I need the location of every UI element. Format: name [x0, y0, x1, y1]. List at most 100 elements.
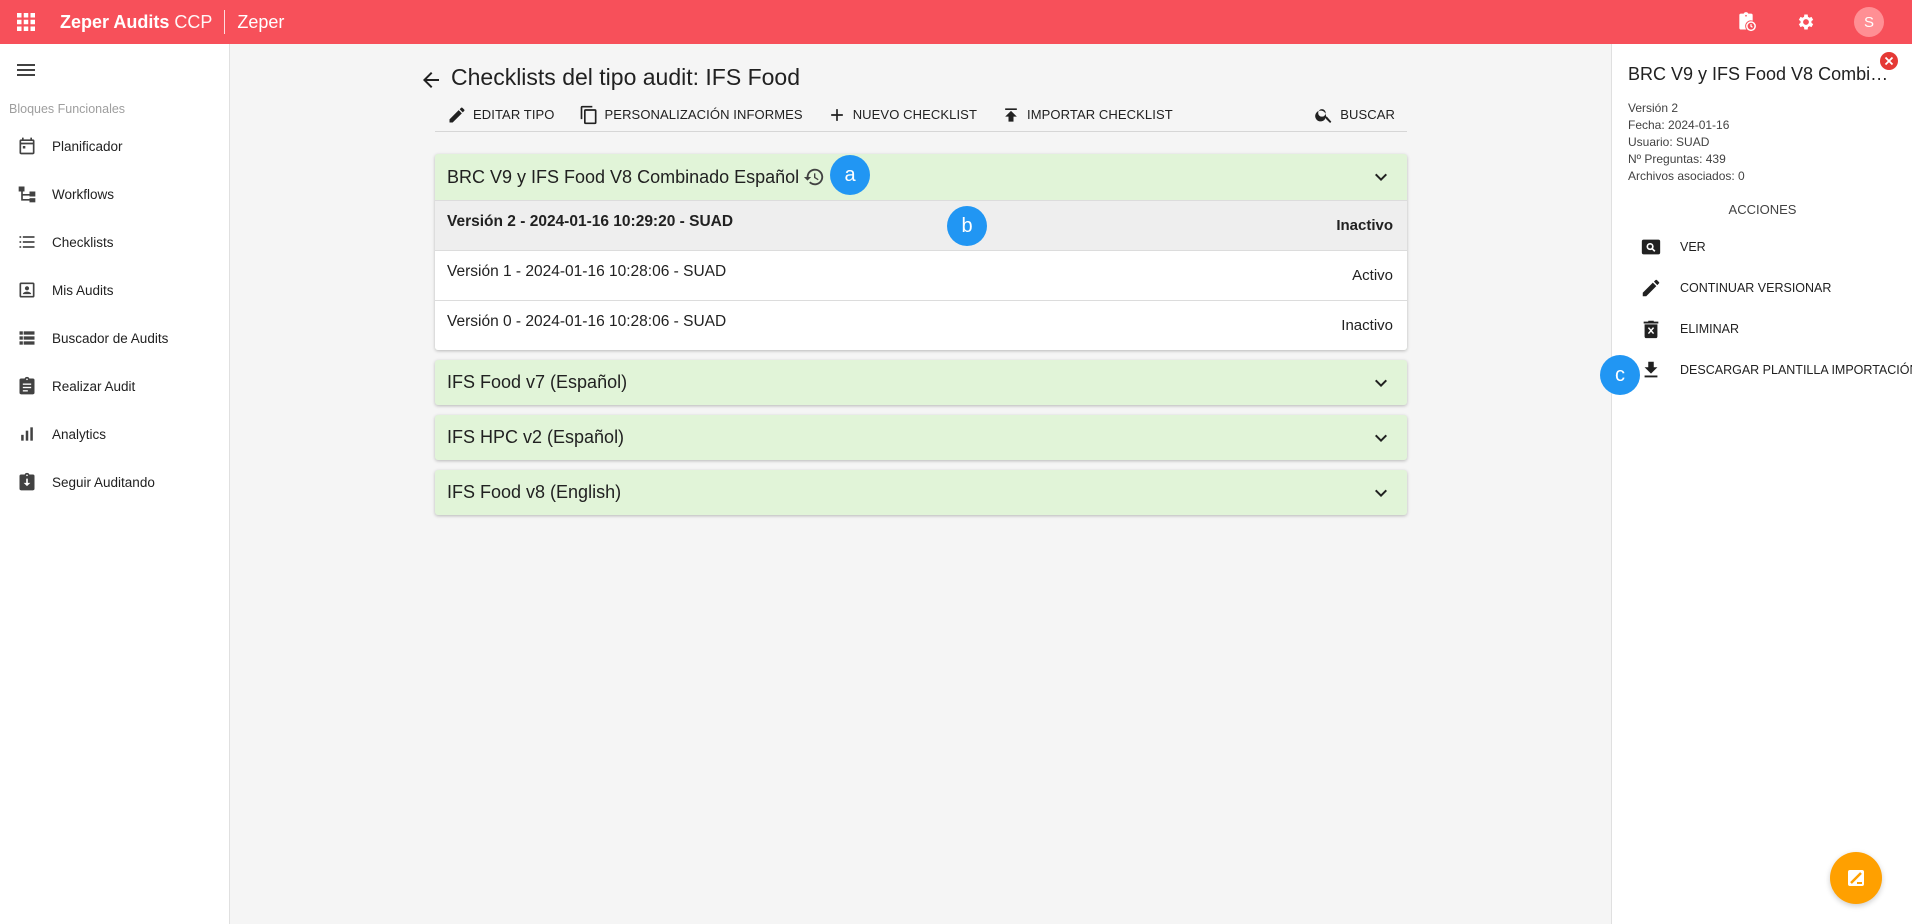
checklist-panel: IFS Food v8 (English) [435, 470, 1407, 515]
chevron-down-icon[interactable] [1369, 165, 1393, 189]
user-avatar[interactable]: S [1854, 7, 1884, 37]
meta-question-count: Nº Preguntas: 439 [1628, 152, 1726, 166]
checklist-details-panel: BRC V9 y IFS Food V8 Combinado Español V… [1611, 44, 1912, 924]
pencil-icon [1642, 279, 1660, 296]
sidebar-item-label: Analytics [52, 426, 107, 442]
app-title: Zeper Audits [60, 11, 170, 32]
apps-grid-icon [17, 13, 35, 31]
calendar-icon [16, 135, 38, 157]
meta-user: Usuario: SUAD [1628, 135, 1710, 149]
list-icon [16, 231, 38, 253]
clipboard-notify-button[interactable] [1716, 0, 1776, 44]
sidebar-item-analytics[interactable]: Analytics [0, 410, 230, 458]
details-title: BRC V9 y IFS Food V8 Combinado Español [1628, 64, 1898, 84]
upload-icon [1005, 107, 1017, 122]
annotation-marker-c: c [1600, 355, 1640, 395]
version-row[interactable]: Versión 2 - 2024-01-16 10:29:20 - SUAD I… [435, 200, 1407, 250]
workflow-icon [16, 183, 38, 205]
view-label: VER [1680, 239, 1706, 254]
sidebar: Bloques Funcionales Planificador Workflo… [0, 44, 230, 924]
sidebar-item-label: Seguir Auditando [52, 474, 155, 490]
meta-attachments: Archivos asociados: 0 [1628, 169, 1745, 183]
main-content: Checklists del tipo audit: IFS Food EDIT… [231, 44, 1611, 924]
history-icon[interactable] [803, 166, 825, 188]
checklist-list: BRC V9 y IFS Food V8 Combinado Español V… [435, 154, 1407, 525]
hamburger-menu-button[interactable] [14, 58, 38, 82]
sidebar-section-label: Bloques Funcionales [9, 102, 126, 116]
checklist-toolbar: EDITAR TIPO PERSONALIZACIÓN INFORMES NUE… [435, 98, 1407, 132]
sidebar-item-planificador[interactable]: Planificador [0, 122, 230, 170]
customize-reports-button[interactable]: PERSONALIZACIÓN INFORMES [567, 98, 815, 132]
sidebar-item-workflows[interactable]: Workflows [0, 170, 230, 218]
sidebar-item-realizar-audit[interactable]: Realizar Audit [0, 362, 230, 410]
title-separator [224, 10, 226, 34]
checklist-panel-header[interactable]: IFS Food v7 (Español) [435, 360, 1407, 405]
sidebar-item-label: Checklists [52, 234, 114, 250]
version-status: Activo [1352, 267, 1393, 284]
clipboard-clock-icon [1739, 12, 1756, 32]
copy-icon [580, 105, 597, 124]
sidebar-item-buscador-de-audits[interactable]: Buscador de Audits [0, 314, 230, 362]
version-label: Versión 0 - 2024-01-16 10:28:06 - SUAD [447, 312, 727, 330]
checklist-name: BRC V9 y IFS Food V8 Combinado Español [447, 166, 800, 187]
sidebar-item-checklists[interactable]: Checklists [0, 218, 230, 266]
import-checklist-button[interactable]: IMPORTAR CHECKLIST [989, 98, 1185, 132]
version-label: Versión 1 - 2024-01-16 10:28:06 - SUAD [447, 262, 727, 280]
avatar-initial: S [1863, 13, 1874, 31]
checklist-panel-header[interactable]: IFS Food v8 (English) [435, 470, 1407, 515]
checklist-panel: IFS Food v7 (Español) [435, 360, 1407, 405]
search-icon [1315, 108, 1332, 123]
continue-versioning-action[interactable]: CONTINUAR VERSIONAR [1612, 267, 1912, 308]
hamburger-icon [17, 64, 35, 76]
checklist-name: IFS HPC v2 (Español) [447, 427, 625, 447]
actions-title: ACCIONES [1728, 202, 1797, 217]
delete-action[interactable]: ELIMINAR [1612, 308, 1912, 349]
delete-icon [1643, 320, 1659, 338]
chevron-down-icon[interactable] [1369, 481, 1393, 505]
arrow-back-icon [423, 72, 439, 88]
edit-type-button[interactable]: EDITAR TIPO [435, 98, 567, 132]
sidebar-item-mis-audits[interactable]: Mis Audits [0, 266, 230, 314]
bar-chart-icon [16, 423, 38, 445]
clipboard-icon [16, 375, 38, 397]
download-box-icon [16, 471, 38, 493]
organization-name: Zeper [237, 11, 285, 32]
list-view-icon [16, 327, 38, 349]
chevron-down-icon[interactable] [1369, 371, 1393, 395]
download-template-label: DESCARGAR PLANTILLA IMPORTACIÓN [1680, 362, 1912, 377]
version-row[interactable]: Versión 1 - 2024-01-16 10:28:06 - SUAD A… [435, 250, 1407, 300]
download-icon [1644, 361, 1658, 377]
search-button[interactable]: BUSCAR [1302, 98, 1407, 132]
edit-type-label: EDITAR TIPO [473, 107, 555, 122]
annotation-marker-a: a [830, 155, 870, 195]
checklist-panel-header[interactable]: IFS HPC v2 (Español) [435, 415, 1407, 460]
sidebar-item-seguir-auditando[interactable]: Seguir Auditando [0, 458, 230, 506]
chevron-down-icon[interactable] [1369, 426, 1393, 450]
customize-reports-label: PERSONALIZACIÓN INFORMES [604, 107, 803, 122]
gear-icon [1798, 14, 1814, 30]
import-checklist-label: IMPORTAR CHECKLIST [1027, 107, 1173, 122]
annotation-marker-b: b [947, 206, 987, 246]
sidebar-item-label: Planificador [52, 138, 123, 154]
sidebar-item-label: Mis Audits [52, 282, 114, 298]
checklist-panel-header[interactable]: BRC V9 y IFS Food V8 Combinado Español [435, 154, 1407, 200]
version-label: Versión 2 - 2024-01-16 10:29:20 - SUAD [447, 212, 734, 230]
version-row[interactable]: Versión 0 - 2024-01-16 10:28:06 - SUAD I… [435, 300, 1407, 350]
apps-grid-button[interactable] [0, 0, 52, 44]
continue-versioning-label: CONTINUAR VERSIONAR [1680, 280, 1832, 295]
view-action[interactable]: VER [1612, 226, 1912, 267]
sidebar-item-label: Buscador de Audits [52, 330, 169, 346]
settings-button[interactable] [1776, 0, 1836, 44]
top-app-bar: Zeper Audits CCP Zeper S [0, 0, 1912, 44]
checklist-panel: IFS HPC v2 (Español) [435, 415, 1407, 460]
back-button[interactable] [419, 68, 443, 92]
edit-note-icon [1848, 870, 1864, 886]
meta-date: Fecha: 2024-01-16 [1628, 118, 1730, 132]
new-checklist-label: NUEVO CHECKLIST [852, 107, 977, 122]
sidebar-item-label: Workflows [52, 186, 115, 202]
download-template-action[interactable]: DESCARGAR PLANTILLA IMPORTACIÓN [1612, 349, 1912, 390]
version-status: Inactivo [1341, 317, 1393, 334]
delete-label: ELIMINAR [1680, 321, 1740, 336]
new-checklist-button[interactable]: NUEVO CHECKLIST [815, 98, 989, 132]
feedback-fab[interactable] [1830, 852, 1882, 904]
